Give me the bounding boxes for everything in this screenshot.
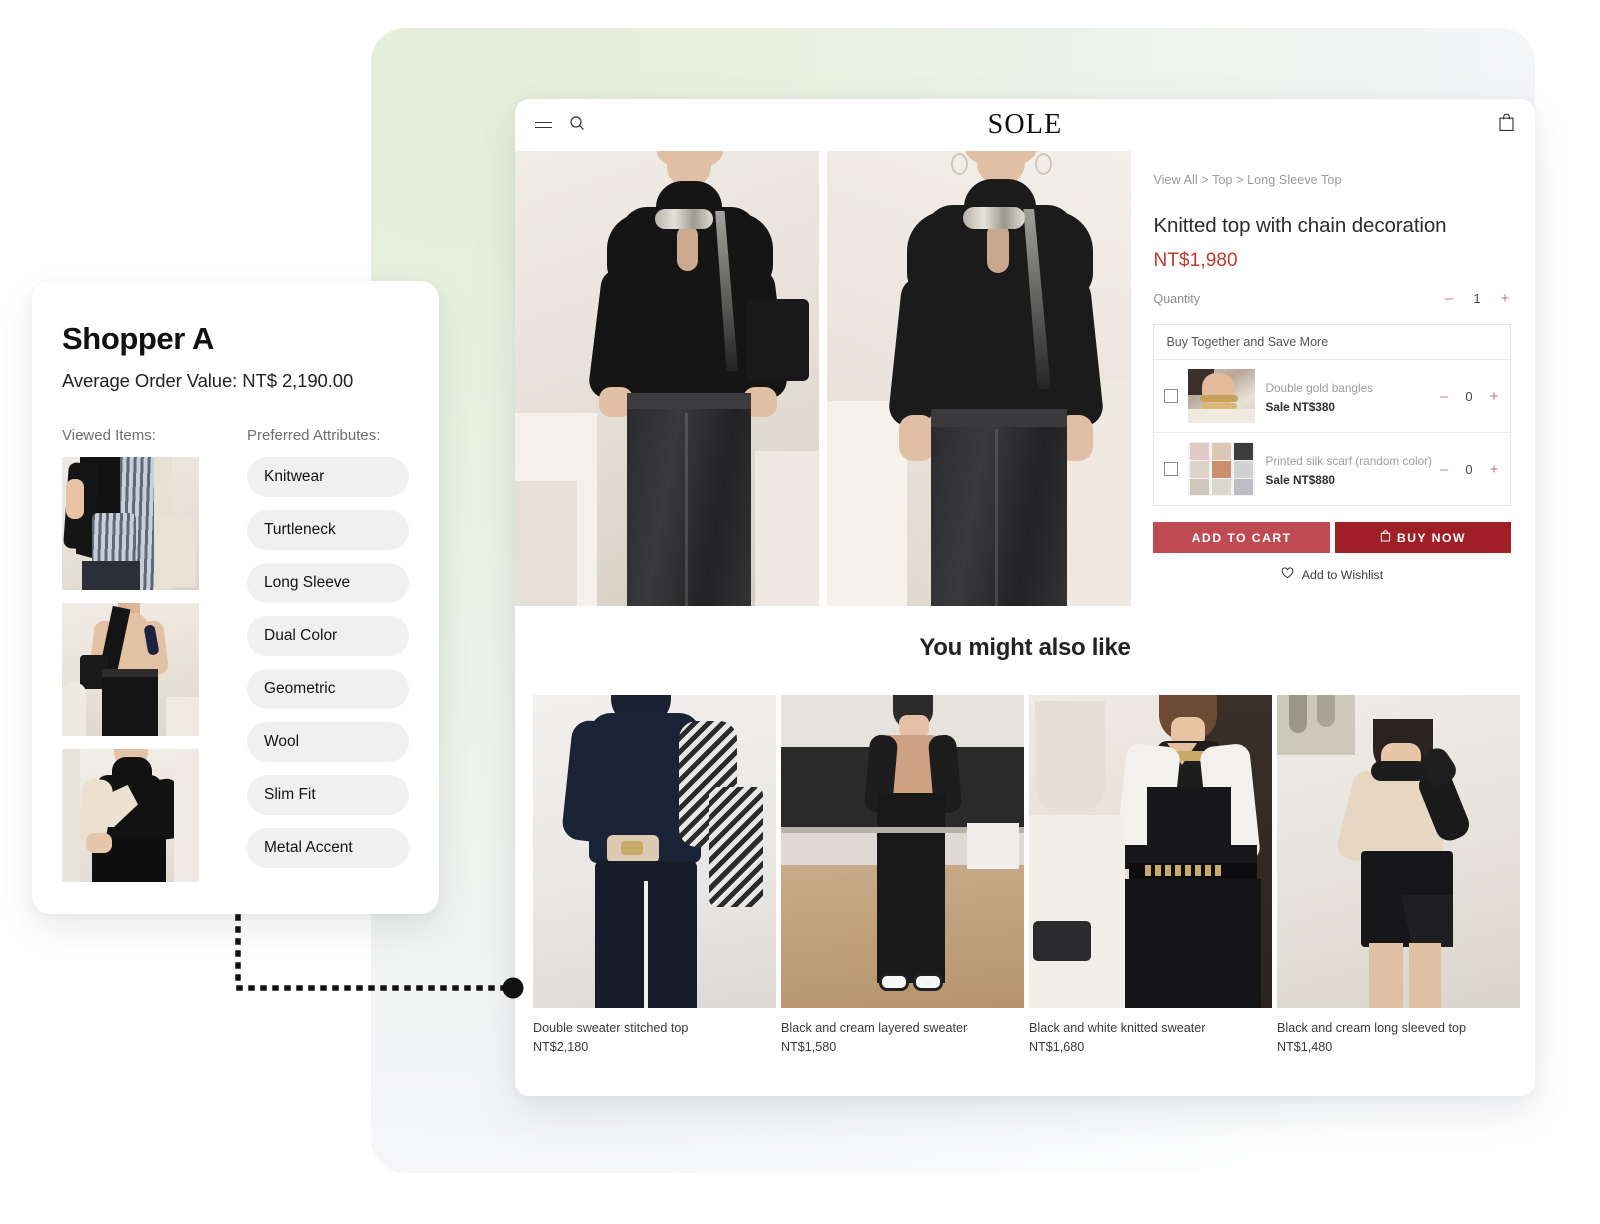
bundle-decrement-button[interactable]: – [1438,462,1450,477]
bundle-increment-button[interactable]: + [1488,389,1500,404]
bundle-item-thumbnail [1188,369,1256,423]
product-photo-primary[interactable] [515,151,820,606]
recommendation-name: Black and white knitted sweater [1029,1021,1206,1035]
shopper-profile-card: Shopper A Average Order Value: NT$ 2,190… [32,281,439,914]
recommendation-name: Black and cream layered sweater [781,1021,968,1035]
bundle-item-row[interactable]: Double gold bangles Sale NT$380 – 0 + [1154,360,1510,433]
breadcrumb[interactable]: View All > Top > Long Sleeve Top [1153,173,1511,187]
attribute-chip[interactable]: Knitwear [247,457,409,497]
search-icon[interactable] [569,115,585,136]
recommendation-image[interactable] [781,695,1024,1008]
recommendation-price: NT$1,580 [781,1040,837,1054]
shopper-name: Shopper A [62,321,214,356]
bundle-box: Buy Together and Save More Double gold b… [1153,324,1511,506]
quantity-row: Quantity – 1 + [1153,291,1511,306]
attribute-chip[interactable]: Wool [247,722,409,762]
bundle-item-price: Sale NT$380 [1265,399,1335,414]
viewed-items-column: Viewed Items: [62,427,247,882]
bundle-quantity-value: 0 [1465,388,1473,404]
recommendation-image[interactable] [533,695,776,1008]
bundle-item-name: Printed silk scarf (random color) [1265,453,1432,468]
recommendation-name: Double sweater stitched top [533,1021,689,1035]
connector-endpoint-dot [502,977,524,999]
attribute-chip[interactable]: Geometric [247,669,409,709]
heart-icon [1281,567,1297,582]
bundle-item-stepper[interactable]: – 0 + [1438,462,1500,477]
recommendations-section: You might also like Double sweater stitc… [515,606,1535,1054]
buy-now-button[interactable]: BUY NOW [1334,522,1511,553]
page-title: Knitted top with chain decoration [1153,214,1447,237]
bundle-increment-button[interactable]: + [1488,462,1500,477]
recommendation-card[interactable]: Double sweater stitched top NT$2,180 [533,695,776,1054]
add-to-wishlist-label: Add to Wishlist [1301,568,1384,582]
viewed-item-thumbnail[interactable] [62,457,199,590]
storefront-window: SOLE View All > Top > Long Sleeve Top Kn… [515,99,1535,1096]
hamburger-icon[interactable] [535,118,552,133]
bundle-item-checkbox[interactable] [1164,389,1179,403]
shopping-bag-icon[interactable] [1498,113,1515,137]
bundle-quantity-value: 0 [1465,461,1473,477]
attribute-chip[interactable]: Turtleneck [247,510,409,550]
recommendation-name: Black and cream long sleeved top [1277,1021,1467,1035]
attribute-chip[interactable]: Dual Color [247,616,409,656]
preferred-attributes-label: Preferred Attributes: [247,427,381,444]
recommendation-card[interactable]: Black and white knitted sweater NT$1,680 [1029,695,1272,1054]
recommendation-price: NT$1,680 [1029,1040,1085,1054]
product-gallery: View All > Top > Long Sleeve Top Knitted… [515,151,1535,606]
product-price: NT$1,980 [1153,250,1238,271]
add-to-wishlist-button[interactable]: Add to Wishlist [1153,567,1511,582]
recommendation-image[interactable] [1029,695,1272,1008]
bundle-item-thumbnail [1188,442,1256,496]
viewed-item-thumbnail[interactable] [62,749,199,882]
buy-now-label: BUY NOW [1396,530,1466,545]
add-to-cart-button[interactable]: ADD TO CART [1153,522,1330,553]
quantity-label: Quantity [1153,291,1201,306]
quantity-value: 1 [1473,291,1481,306]
bundle-title: Buy Together and Save More [1154,325,1510,360]
product-photo-secondary[interactable] [827,151,1132,606]
bundle-item-checkbox[interactable] [1164,462,1179,476]
bundle-item-name: Double gold bangles [1265,380,1374,395]
recommendation-card[interactable]: Black and cream layered sweater NT$1,580 [781,695,1024,1054]
store-header: SOLE [515,99,1535,151]
recommendations-grid: Double sweater stitched top NT$2,180 Bla… [515,695,1535,1054]
brand-logo: SOLE [987,109,1063,140]
bundle-item-row[interactable]: Printed silk scarf (random color) Sale N… [1154,433,1510,505]
quantity-increment-button[interactable]: + [1499,291,1511,306]
recommendation-card[interactable]: Black and cream long sleeved top NT$1,48… [1277,695,1520,1054]
bundle-item-stepper[interactable]: – 0 + [1438,389,1500,404]
shopping-bag-icon [1380,530,1391,545]
connector-line [235,914,524,999]
recommendation-price: NT$1,480 [1277,1040,1333,1054]
product-detail-panel: View All > Top > Long Sleeve Top Knitted… [1131,151,1535,606]
viewed-item-thumbnail[interactable] [62,603,199,736]
bundle-item-price: Sale NT$880 [1265,472,1335,487]
recommendations-heading: You might also like [919,634,1131,661]
preferred-attributes-column: Preferred Attributes: Knitwear Turtlenec… [247,427,409,882]
attribute-chip[interactable]: Long Sleeve [247,563,409,603]
recommendation-image[interactable] [1277,695,1520,1008]
recommendation-price: NT$2,180 [533,1040,589,1054]
attribute-chip[interactable]: Slim Fit [247,775,409,815]
quantity-stepper[interactable]: – 1 + [1443,291,1511,306]
quantity-decrement-button[interactable]: – [1443,291,1455,306]
average-order-value: Average Order Value: NT$ 2,190.00 [62,370,354,391]
cta-row: ADD TO CART BUY NOW [1153,522,1511,553]
attribute-chip[interactable]: Metal Accent [247,828,409,868]
bundle-decrement-button[interactable]: – [1438,389,1450,404]
viewed-items-label: Viewed Items: [62,427,156,444]
gallery-gap [819,151,828,606]
